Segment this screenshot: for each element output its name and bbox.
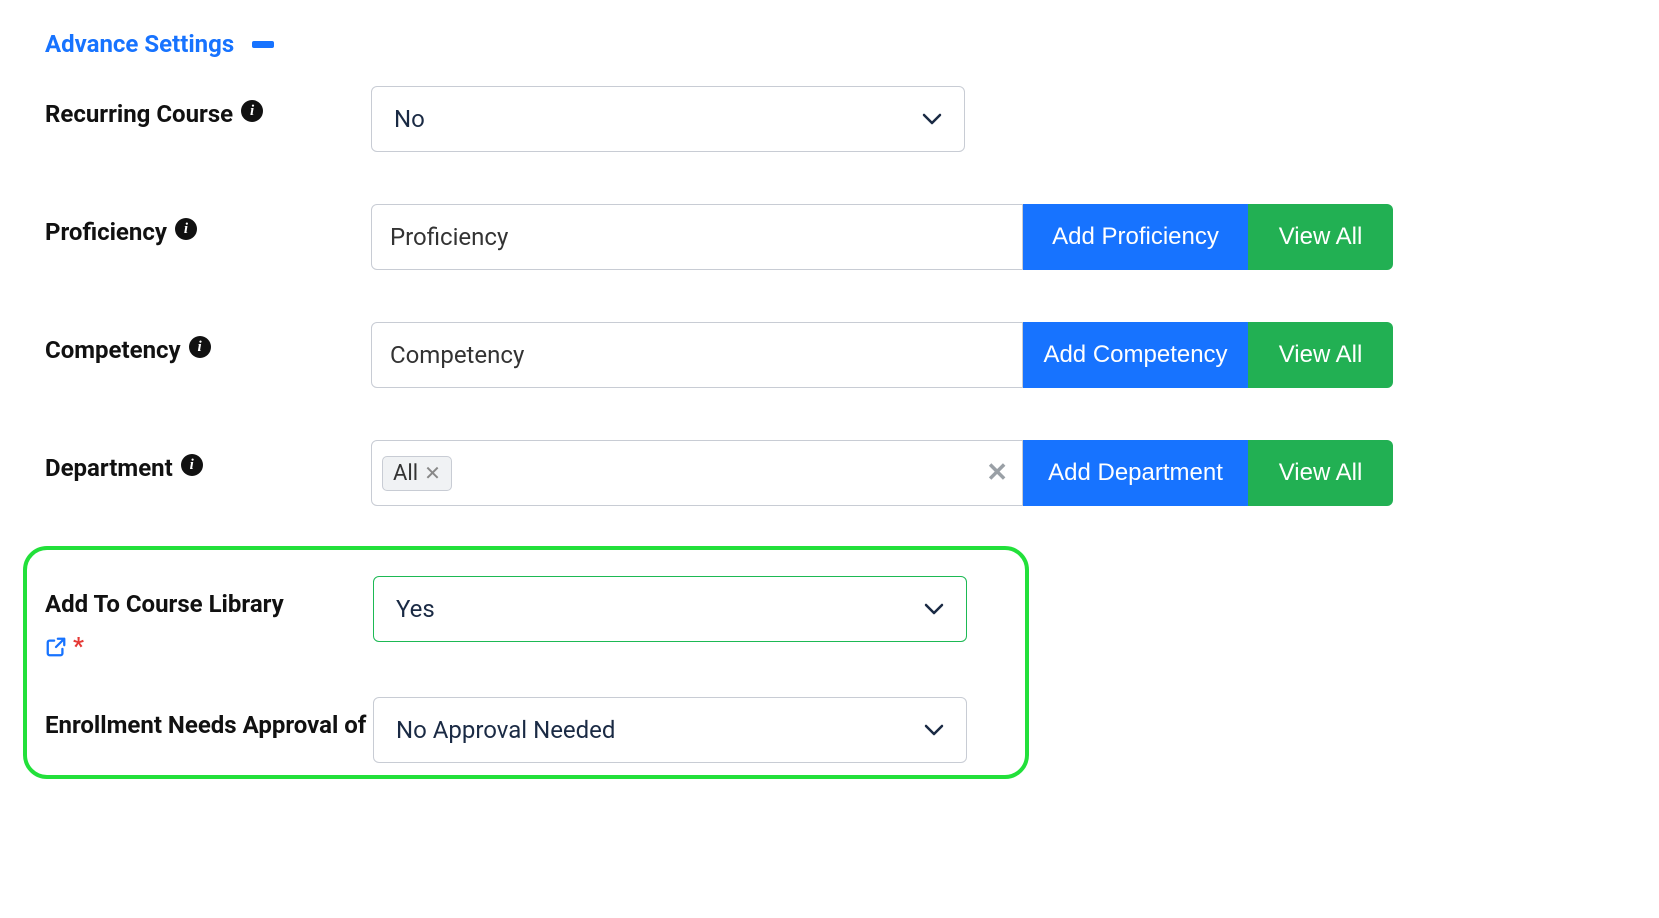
chip-label: All xyxy=(393,461,418,486)
chevron-down-icon xyxy=(924,724,944,736)
info-icon[interactable]: i xyxy=(175,218,197,240)
clear-all-icon[interactable]: ✕ xyxy=(986,460,1008,486)
label-text: Department xyxy=(45,452,173,484)
info-icon[interactable]: i xyxy=(189,336,211,358)
controls-recurring: No xyxy=(371,86,1614,152)
controls-approval: No Approval Needed xyxy=(373,697,1007,763)
enrollment-approval-select[interactable]: No Approval Needed xyxy=(373,697,967,763)
collapse-icon xyxy=(252,41,274,48)
chevron-down-icon xyxy=(922,113,942,125)
required-star: * xyxy=(73,630,84,662)
add-department-button[interactable]: Add Department xyxy=(1023,440,1248,506)
row-competency: Competency i Add Competency View All xyxy=(45,322,1614,388)
add-competency-button[interactable]: Add Competency xyxy=(1023,322,1248,388)
section-title: Advance Settings xyxy=(45,30,234,58)
select-value: No xyxy=(394,105,425,133)
highlight-region: Add To Course Library * Yes Enrollment N… xyxy=(23,546,1029,779)
row-proficiency: Proficiency i Add Proficiency View All xyxy=(45,204,1614,270)
label-competency: Competency i xyxy=(45,322,371,366)
row-course-library: Add To Course Library * Yes xyxy=(45,576,1007,661)
label-text: Proficiency xyxy=(45,216,167,248)
label-text: Competency xyxy=(45,334,181,366)
select-value: Yes xyxy=(396,595,435,623)
view-all-competency-button[interactable]: View All xyxy=(1248,322,1393,388)
course-library-select[interactable]: Yes xyxy=(373,576,967,642)
label-text: Add To Course Library xyxy=(45,588,284,620)
proficiency-input-wrap xyxy=(371,204,1023,270)
row-department: Department i All ✕ ✕ Add Department View… xyxy=(45,440,1614,506)
external-link-icon[interactable] xyxy=(45,636,67,658)
department-chip-all: All ✕ xyxy=(382,456,452,491)
department-tag-input[interactable]: All ✕ ✕ xyxy=(371,440,1023,506)
label-course-library: Add To Course Library * xyxy=(45,576,373,661)
view-all-proficiency-button[interactable]: View All xyxy=(1248,204,1393,270)
label-department: Department i xyxy=(45,440,371,484)
controls-competency: Add Competency View All xyxy=(371,322,1614,388)
proficiency-input[interactable] xyxy=(390,223,1004,251)
controls-library: Yes xyxy=(373,576,1007,642)
label-text: Recurring Course xyxy=(45,98,233,130)
add-proficiency-button[interactable]: Add Proficiency xyxy=(1023,204,1248,270)
info-icon[interactable]: i xyxy=(181,454,203,476)
remove-chip-icon[interactable]: ✕ xyxy=(424,463,441,483)
view-all-department-button[interactable]: View All xyxy=(1248,440,1393,506)
controls-department: All ✕ ✕ Add Department View All xyxy=(371,440,1614,506)
competency-input[interactable] xyxy=(390,341,1004,369)
label-recurring-course: Recurring Course i xyxy=(45,86,371,130)
info-icon[interactable]: i xyxy=(241,100,263,122)
label-proficiency: Proficiency i xyxy=(45,204,371,248)
advance-settings-header[interactable]: Advance Settings xyxy=(45,30,1614,58)
controls-proficiency: Add Proficiency View All xyxy=(371,204,1614,270)
competency-input-wrap xyxy=(371,322,1023,388)
label-enrollment-approval: Enrollment Needs Approval of xyxy=(45,697,373,741)
select-value: No Approval Needed xyxy=(396,716,615,744)
row-recurring-course: Recurring Course i No xyxy=(45,86,1614,152)
recurring-course-select[interactable]: No xyxy=(371,86,965,152)
row-enrollment-approval: Enrollment Needs Approval of No Approval… xyxy=(45,697,1007,763)
label-text: Enrollment Needs Approval of xyxy=(45,709,366,741)
chevron-down-icon xyxy=(924,603,944,615)
